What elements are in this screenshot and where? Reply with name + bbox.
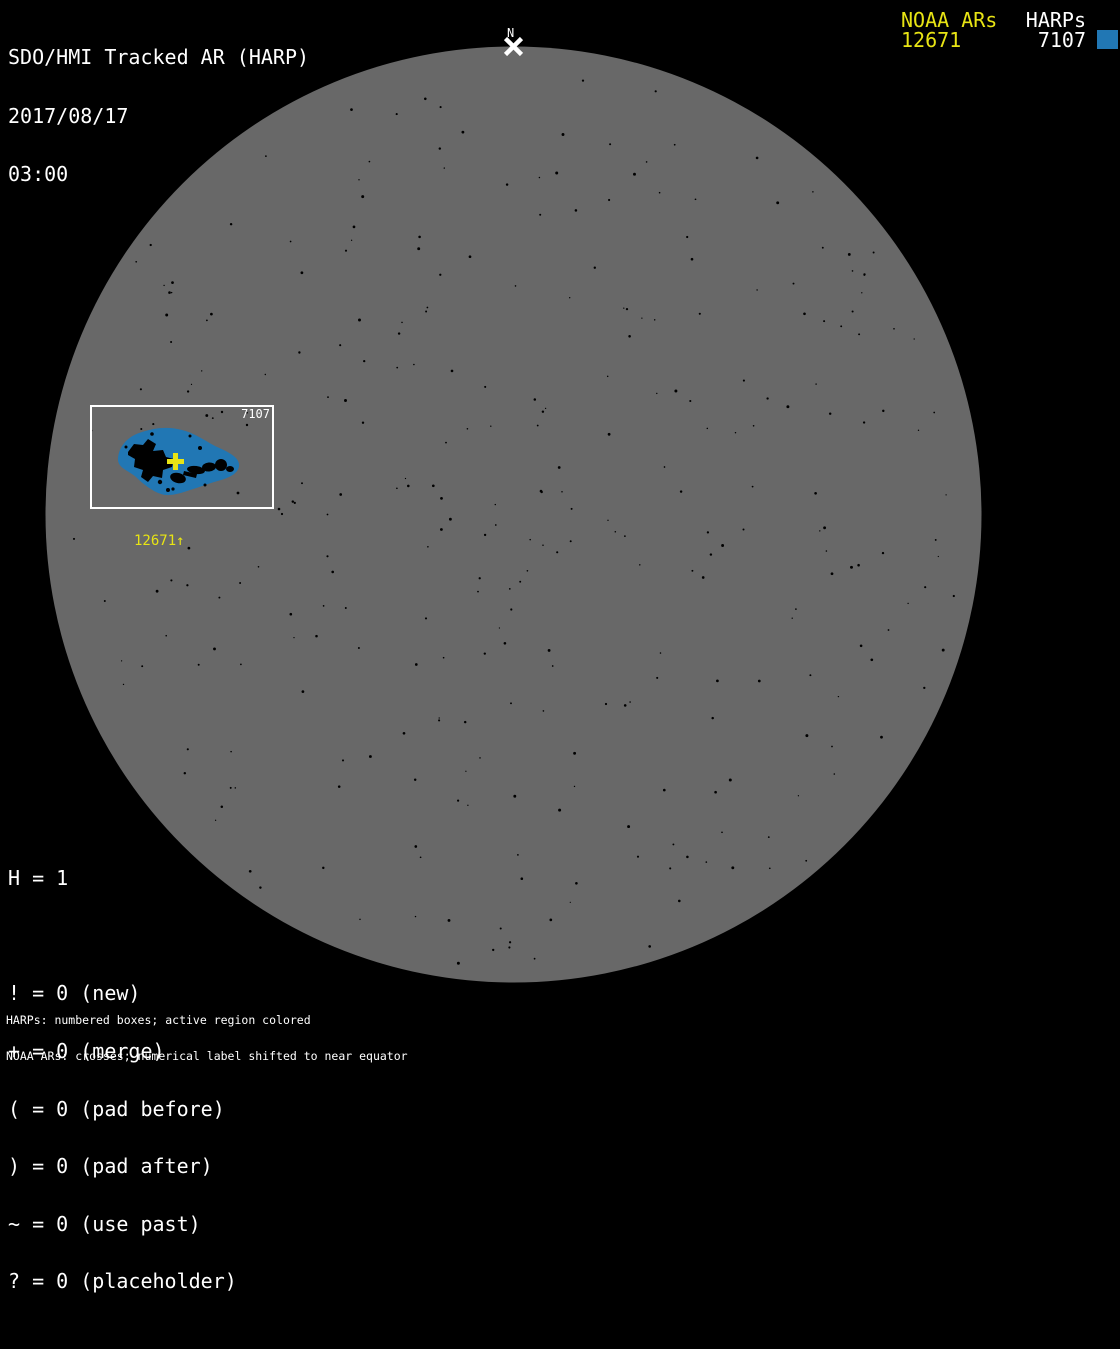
harp-color-swatch xyxy=(1097,30,1118,49)
harp-count-line: H = 1 xyxy=(8,866,69,891)
caption-harps: HARPs: numbered boxes; active region col… xyxy=(6,1013,311,1027)
noaa-ar-pointer-label: 12671↑ xyxy=(134,533,185,549)
harp-box-number: 7107 xyxy=(241,407,270,421)
caption-block: HARPs: numbered boxes; active region col… xyxy=(6,990,408,1074)
legend-item-placeholder: ? = 0 (placeholder) xyxy=(8,1269,237,1294)
noaa-ars-number: 12671 xyxy=(901,27,962,52)
legend-item-pad-before: ( = 0 (pad before) xyxy=(8,1096,225,1121)
date-label: 2017/08/17 xyxy=(8,103,129,128)
north-label: N xyxy=(507,26,515,40)
title-block: SDO/HMI Tracked AR (HARP) 2017/08/17 03:… xyxy=(8,9,309,204)
status-legend: H = 1 ! = 0 (new) + = 0 (merge) ( = 0 (p… xyxy=(8,831,237,1349)
caption-noaa: NOAA ARs: crosses; numerical label shift… xyxy=(6,1049,408,1063)
noaa-counter: NOAA ARs 12671 xyxy=(901,10,997,52)
harps-number: 7107 xyxy=(1037,27,1086,52)
legend-item-pad-after: ) = 0 (pad after) xyxy=(8,1154,213,1179)
page-title: SDO/HMI Tracked AR (HARP) xyxy=(8,45,310,69)
time-label: 03:00 xyxy=(8,162,69,186)
legend-item-use-past: ~ = 0 (use past) xyxy=(8,1211,201,1236)
harp-tracking-view: { "header": { "title": "SDO/HMI Tracked … xyxy=(0,0,1120,1292)
harps-counter: HARPs 7107 xyxy=(1002,10,1086,52)
